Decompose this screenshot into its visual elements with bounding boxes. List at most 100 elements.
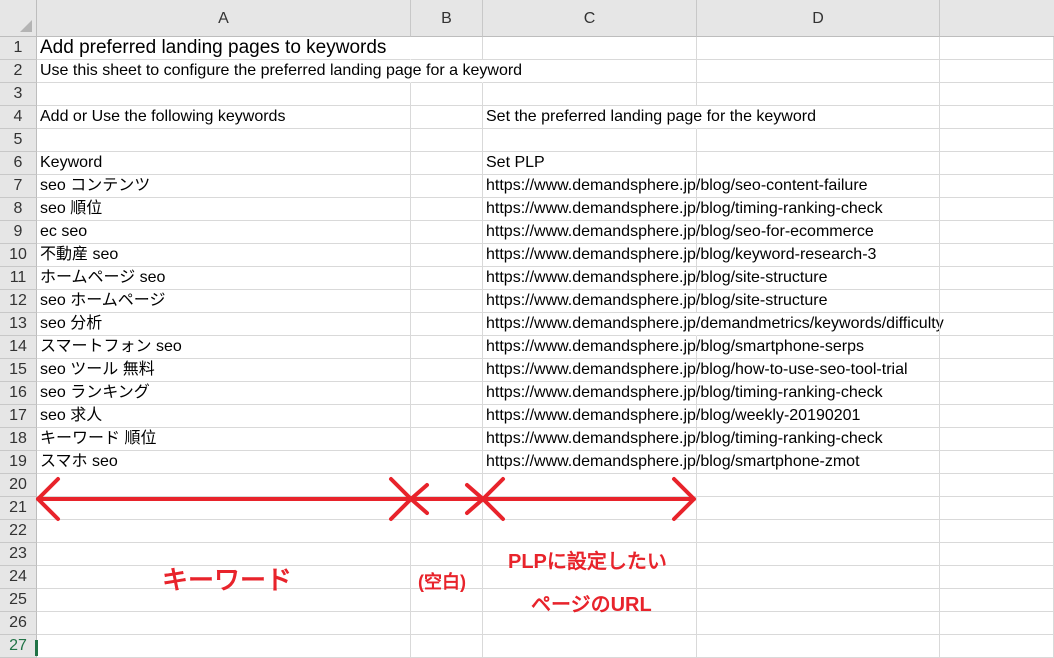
cell-a[interactable]: スマホ seo: [37, 451, 411, 474]
cell-b[interactable]: [411, 83, 483, 106]
row-number[interactable]: 17: [0, 405, 37, 428]
cell-c[interactable]: [483, 520, 697, 543]
row-number[interactable]: 12: [0, 290, 37, 313]
row-number[interactable]: 4: [0, 106, 37, 129]
cell-a[interactable]: Add preferred landing pages to keywords: [37, 37, 411, 60]
cell-c[interactable]: [483, 635, 697, 658]
row-number[interactable]: 8: [0, 198, 37, 221]
cell-d[interactable]: [697, 451, 940, 474]
cell-d[interactable]: [697, 428, 940, 451]
cell-d[interactable]: [697, 589, 940, 612]
cell-b[interactable]: [411, 612, 483, 635]
cell-d[interactable]: [697, 221, 940, 244]
cell-d[interactable]: [697, 543, 940, 566]
cell-d[interactable]: [697, 37, 940, 60]
cell-b[interactable]: [411, 451, 483, 474]
cell-e[interactable]: [940, 60, 1054, 83]
cell-d[interactable]: [697, 474, 940, 497]
cell-d[interactable]: [697, 244, 940, 267]
cell-e[interactable]: [940, 129, 1054, 152]
cell-e[interactable]: [940, 635, 1054, 658]
cell-a[interactable]: ec seo: [37, 221, 411, 244]
row-number[interactable]: 14: [0, 336, 37, 359]
row-number[interactable]: 24: [0, 566, 37, 589]
cell-d[interactable]: [697, 60, 940, 83]
cell-e[interactable]: [940, 267, 1054, 290]
cell-e[interactable]: [940, 244, 1054, 267]
cell-c[interactable]: https://www.demandsphere.jp/blog/timing-…: [483, 428, 883, 451]
cell-a[interactable]: ホームページ seo: [37, 267, 411, 290]
cell-a[interactable]: [37, 129, 411, 152]
cell-b[interactable]: [411, 290, 483, 313]
row-number[interactable]: 22: [0, 520, 37, 543]
cell-d[interactable]: [697, 152, 940, 175]
row-number[interactable]: 5: [0, 129, 37, 152]
cell-d[interactable]: [697, 520, 940, 543]
cell-c[interactable]: https://www.demandsphere.jp/blog/seo-for…: [483, 221, 874, 244]
cell-d[interactable]: [697, 175, 940, 198]
cell-a[interactable]: [37, 497, 411, 520]
row-number[interactable]: 10: [0, 244, 37, 267]
cell-a[interactable]: Add or Use the following keywords: [37, 106, 411, 129]
cell-a[interactable]: seo ツール 無料: [37, 359, 411, 382]
row-number[interactable]: 20: [0, 474, 37, 497]
cell-d[interactable]: [697, 336, 940, 359]
cell-b[interactable]: [411, 37, 483, 60]
column-header-b[interactable]: B: [411, 0, 483, 37]
column-header-e[interactable]: [940, 0, 1054, 37]
cell-a[interactable]: [37, 474, 411, 497]
cell-a[interactable]: seo 分析: [37, 313, 411, 336]
row-number[interactable]: 13: [0, 313, 37, 336]
cell-d[interactable]: [697, 83, 940, 106]
cell-b[interactable]: [411, 520, 483, 543]
row-number[interactable]: 18: [0, 428, 37, 451]
cell-e[interactable]: [940, 175, 1054, 198]
cell-b[interactable]: [411, 543, 483, 566]
cell-e[interactable]: [940, 520, 1054, 543]
cell-d[interactable]: [697, 497, 940, 520]
cell-a[interactable]: [37, 83, 411, 106]
cell-e[interactable]: [940, 359, 1054, 382]
row-number[interactable]: 26: [0, 612, 37, 635]
cell-c[interactable]: Set the preferred landing page for the k…: [483, 106, 816, 129]
cell-e[interactable]: [940, 152, 1054, 175]
row-number[interactable]: 27: [0, 635, 37, 658]
select-all-corner[interactable]: [0, 0, 37, 37]
cell-a[interactable]: [37, 612, 411, 635]
cell-b[interactable]: [411, 336, 483, 359]
cell-b[interactable]: [411, 129, 483, 152]
row-number[interactable]: 25: [0, 589, 37, 612]
cell-c[interactable]: [483, 474, 697, 497]
cell-c[interactable]: https://www.demandsphere.jp/demandmetric…: [483, 313, 944, 336]
column-header-c[interactable]: C: [483, 0, 697, 37]
cell-d[interactable]: [697, 566, 940, 589]
cell-a[interactable]: seo ランキング: [37, 382, 411, 405]
cell-e[interactable]: [940, 612, 1054, 635]
cell-a[interactable]: [37, 520, 411, 543]
cell-c[interactable]: [483, 37, 697, 60]
row-number[interactable]: 3: [0, 83, 37, 106]
cell-b[interactable]: [411, 152, 483, 175]
cell-b[interactable]: [411, 313, 483, 336]
cell-e[interactable]: [940, 543, 1054, 566]
cell-c[interactable]: https://www.demandsphere.jp/blog/seo-con…: [483, 175, 868, 198]
row-number[interactable]: 7: [0, 175, 37, 198]
cell-e[interactable]: [940, 566, 1054, 589]
cell-c[interactable]: https://www.demandsphere.jp/blog/site-st…: [483, 267, 828, 290]
cell-c[interactable]: https://www.demandsphere.jp/blog/weekly-…: [483, 405, 860, 428]
cell-e[interactable]: [940, 382, 1054, 405]
cell-c[interactable]: https://www.demandsphere.jp/blog/smartph…: [483, 451, 860, 474]
row-number[interactable]: 16: [0, 382, 37, 405]
cell-b[interactable]: [411, 198, 483, 221]
row-number[interactable]: 19: [0, 451, 37, 474]
cell-b[interactable]: [411, 267, 483, 290]
cell-d[interactable]: [697, 405, 940, 428]
cell-c[interactable]: [483, 129, 697, 152]
cell-b[interactable]: [411, 382, 483, 405]
cell-b[interactable]: [411, 359, 483, 382]
cell-e[interactable]: [940, 37, 1054, 60]
cell-c[interactable]: https://www.demandsphere.jp/blog/timing-…: [483, 198, 883, 221]
row-number[interactable]: 1: [0, 37, 37, 60]
row-number[interactable]: 11: [0, 267, 37, 290]
cell-a[interactable]: seo 求人: [37, 405, 411, 428]
